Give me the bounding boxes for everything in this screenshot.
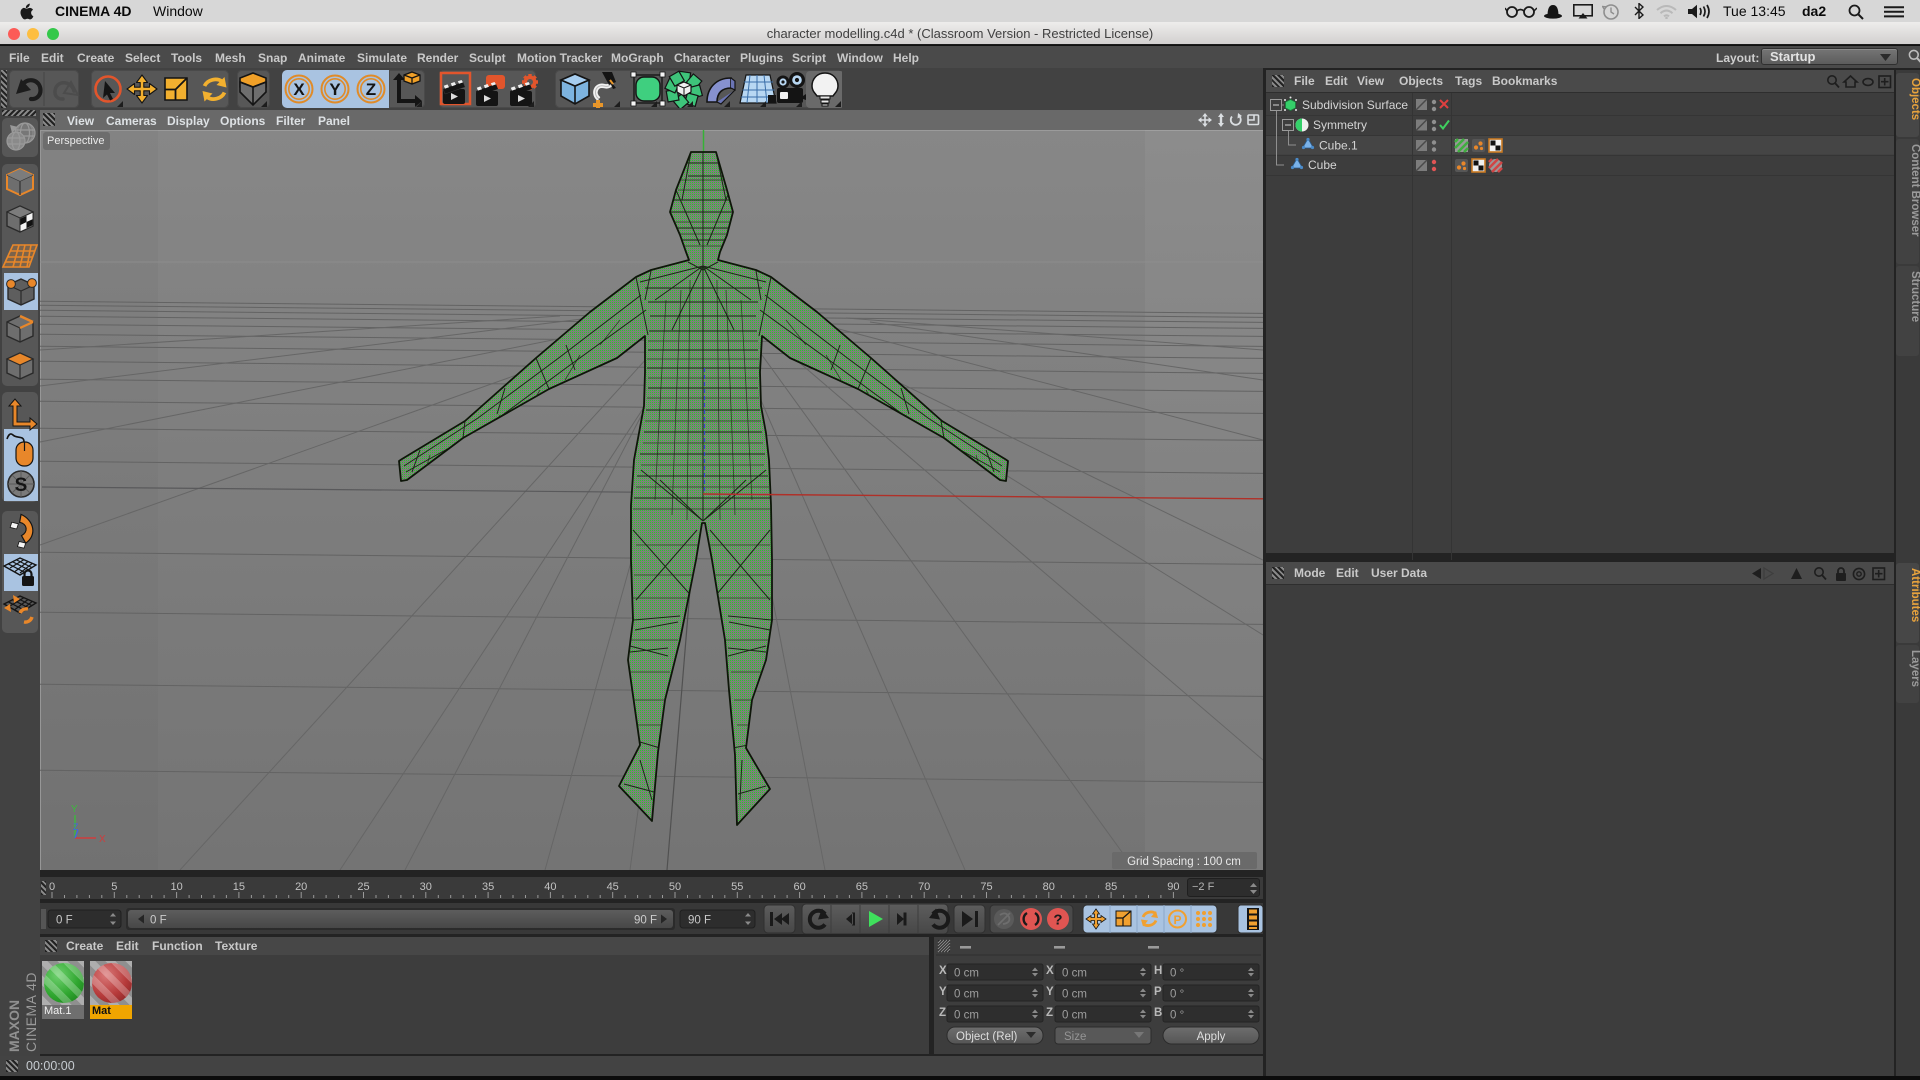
svg-text:Attributes: Attributes — [1909, 568, 1920, 622]
svg-text:Cube.1: Cube.1 — [1319, 139, 1358, 153]
svg-text:H: H — [1154, 965, 1162, 977]
svg-text:30: 30 — [420, 881, 432, 893]
svg-text:0 cm: 0 cm — [1062, 1010, 1087, 1022]
svg-text:B: B — [1154, 1007, 1162, 1019]
svg-text:Objects: Objects — [1909, 78, 1920, 120]
svg-text:0 °: 0 ° — [1170, 1010, 1184, 1022]
svg-text:80: 80 — [1043, 881, 1055, 893]
svg-text:25: 25 — [357, 881, 369, 893]
svg-text:Symmetry: Symmetry — [1313, 118, 1367, 132]
svg-text:Grid Spacing : 100 cm: Grid Spacing : 100 cm — [1127, 856, 1241, 868]
svg-text:Object (Rel): Object (Rel) — [956, 1031, 1018, 1043]
svg-text:P: P — [1154, 986, 1162, 998]
svg-text:X: X — [99, 834, 106, 845]
svg-text:35: 35 — [482, 881, 494, 893]
svg-text:50: 50 — [669, 881, 681, 893]
svg-text:45: 45 — [607, 881, 619, 893]
svg-text:40: 40 — [544, 881, 556, 893]
svg-text:60: 60 — [793, 881, 805, 893]
svg-text:S: S — [15, 475, 28, 496]
svg-text:10: 10 — [170, 881, 182, 893]
svg-text:CINEMA 4D: CINEMA 4D — [23, 972, 39, 1052]
svg-text:0 cm: 0 cm — [954, 1010, 979, 1022]
svg-text:Perspective: Perspective — [47, 135, 104, 147]
svg-text:0 °: 0 ° — [1170, 968, 1184, 980]
svg-text:20: 20 — [295, 881, 307, 893]
svg-text:0 F: 0 F — [150, 915, 167, 927]
svg-text:X: X — [939, 965, 947, 977]
svg-text:75: 75 — [980, 881, 992, 893]
svg-text:0 cm: 0 cm — [954, 968, 979, 980]
svg-text:5: 5 — [111, 881, 117, 893]
svg-text:15: 15 — [233, 881, 245, 893]
svg-text:Y: Y — [71, 804, 78, 815]
svg-text:65: 65 — [856, 881, 868, 893]
svg-text:0 °: 0 ° — [1170, 989, 1184, 1001]
svg-text:0 F: 0 F — [56, 915, 73, 927]
svg-text:Layers: Layers — [1909, 650, 1920, 687]
svg-text:0 cm: 0 cm — [954, 989, 979, 1001]
svg-text:Cube: Cube — [1308, 158, 1337, 172]
svg-text:Content Browser: Content Browser — [1909, 144, 1920, 237]
svg-text:0 cm: 0 cm — [1062, 989, 1087, 1001]
svg-text:55: 55 — [731, 881, 743, 893]
svg-text:90 F: 90 F — [634, 915, 657, 927]
svg-text:90: 90 — [1167, 881, 1179, 893]
svg-text:90 F: 90 F — [688, 915, 711, 927]
svg-text:Y: Y — [939, 986, 947, 998]
svg-text:MAXON: MAXON — [6, 1000, 22, 1052]
svg-text:Z: Z — [939, 1007, 946, 1019]
svg-text:?: ? — [1053, 912, 1062, 929]
svg-text:0: 0 — [49, 881, 55, 893]
svg-text:Z: Z — [1046, 1007, 1053, 1019]
svg-text:0 cm: 0 cm — [1062, 968, 1087, 980]
svg-text:Apply: Apply — [1197, 1031, 1226, 1043]
svg-text:Subdivision Surface: Subdivision Surface — [1302, 98, 1408, 112]
svg-text:X: X — [1046, 965, 1054, 977]
svg-text:85: 85 — [1105, 881, 1117, 893]
svg-text:Y: Y — [1046, 986, 1054, 998]
svg-text:Size: Size — [1064, 1031, 1086, 1043]
svg-text:P: P — [1173, 913, 1181, 927]
svg-text:Structure: Structure — [1909, 271, 1920, 322]
svg-text:Z: Z — [73, 822, 79, 832]
svg-text:70: 70 — [918, 881, 930, 893]
